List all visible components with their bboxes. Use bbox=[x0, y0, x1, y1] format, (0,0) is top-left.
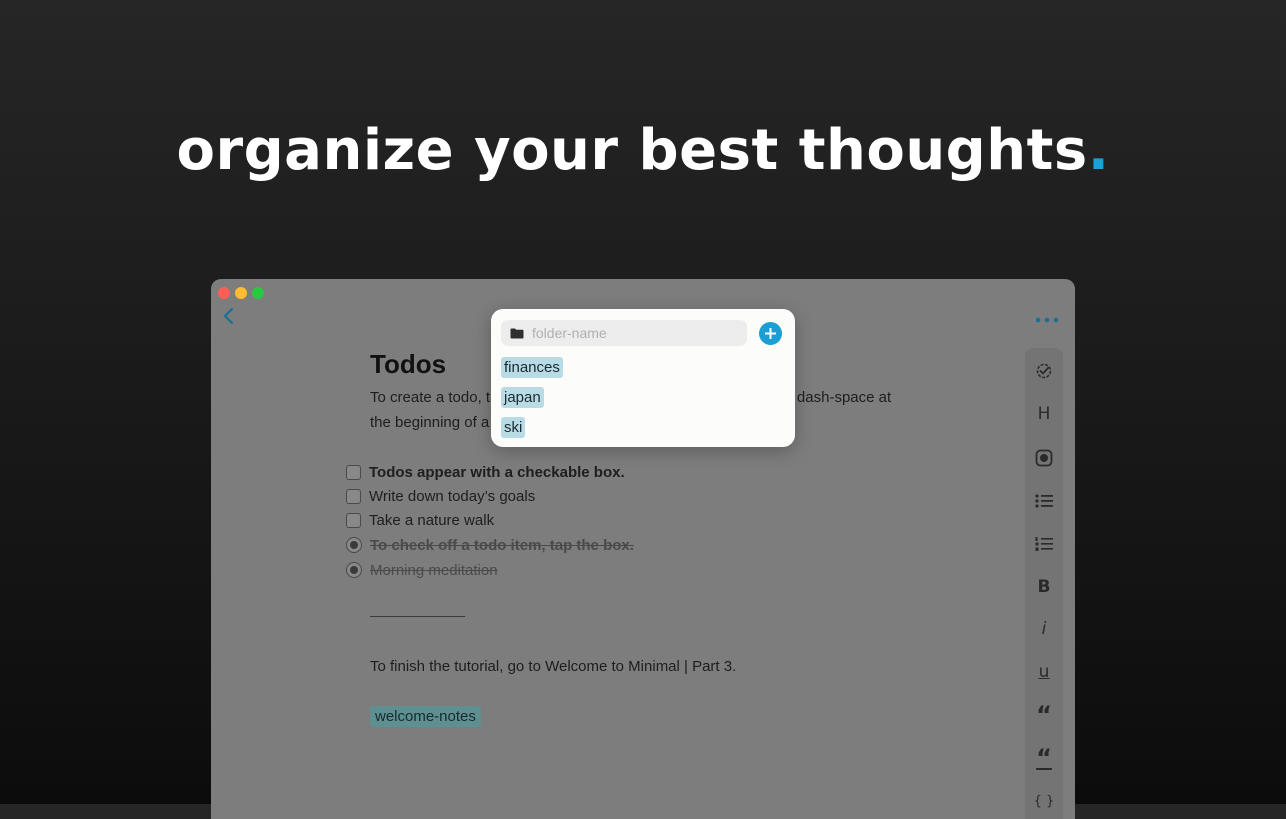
checklist-button[interactable] bbox=[1025, 356, 1063, 386]
back-button[interactable] bbox=[219, 305, 239, 327]
numbered-list-button[interactable] bbox=[1025, 529, 1063, 559]
todo-checkbox[interactable] bbox=[346, 512, 361, 528]
headline-text: organize your best thoughts bbox=[176, 118, 1088, 183]
quote-button[interactable]: “ bbox=[1025, 700, 1063, 730]
plus-icon bbox=[765, 328, 776, 339]
folder-popup: finances japan ski bbox=[491, 309, 795, 447]
format-toolbar: H B i u “ “ { } bbox=[1025, 348, 1063, 819]
heading-icon: H bbox=[1037, 404, 1051, 424]
folder-item-japan[interactable]: japan bbox=[501, 387, 544, 408]
todo-text: Take a nature walk bbox=[369, 511, 495, 529]
headline-dot: . bbox=[1087, 118, 1110, 183]
minimize-window-button[interactable] bbox=[235, 287, 247, 299]
bullet-list-icon bbox=[1035, 494, 1053, 508]
todo-button[interactable] bbox=[1025, 443, 1063, 473]
italic-icon: i bbox=[1041, 619, 1047, 639]
folder-icon bbox=[510, 328, 524, 339]
add-folder-button[interactable] bbox=[759, 322, 782, 345]
todo-item: To check off a todo item, tap the box. bbox=[346, 534, 634, 556]
note-tag[interactable]: welcome-notes bbox=[370, 706, 481, 727]
finish-text: To finish the tutorial, go to Welcome to… bbox=[370, 658, 737, 675]
radio-button-icon bbox=[1035, 449, 1053, 467]
bold-icon: B bbox=[1037, 577, 1051, 597]
todo-text: Morning meditation bbox=[370, 561, 498, 579]
checklist-icon bbox=[1036, 363, 1052, 379]
todo-text: To check off a todo item, tap the box. bbox=[370, 536, 634, 554]
underline-button[interactable]: u bbox=[1025, 657, 1063, 687]
blockquote-button[interactable]: “ bbox=[1025, 743, 1063, 773]
folder-search-field[interactable] bbox=[501, 320, 747, 346]
blockquote-icon: “ bbox=[1036, 744, 1052, 772]
todo-text: Todos appear with a checkable box. bbox=[369, 463, 625, 481]
code-button[interactable]: { } bbox=[1025, 786, 1063, 816]
heading-button[interactable]: H bbox=[1025, 399, 1063, 429]
todo-item: Morning meditation bbox=[346, 559, 498, 581]
numbered-list-icon bbox=[1035, 537, 1053, 551]
todo-item: Write down today’s goals bbox=[346, 485, 535, 507]
todo-checkbox-checked[interactable] bbox=[346, 537, 362, 553]
quote-icon: “ bbox=[1036, 701, 1052, 729]
divider bbox=[370, 616, 465, 617]
folder-name-input[interactable] bbox=[530, 324, 734, 342]
folder-item-finances[interactable]: finances bbox=[501, 357, 563, 378]
italic-button[interactable]: i bbox=[1025, 614, 1063, 644]
underline-icon: u bbox=[1038, 662, 1050, 682]
code-icon: { } bbox=[1033, 793, 1055, 809]
close-window-button[interactable] bbox=[218, 287, 230, 299]
traffic-lights bbox=[218, 287, 264, 299]
headline: organize your best thoughts. bbox=[0, 118, 1286, 183]
bold-button[interactable]: B bbox=[1025, 572, 1063, 602]
todo-checkbox[interactable] bbox=[346, 464, 361, 480]
todo-item: Todos appear with a checkable box. bbox=[346, 461, 625, 483]
bullet-list-button[interactable] bbox=[1025, 486, 1063, 516]
todo-item: Take a nature walk bbox=[346, 509, 494, 531]
todo-checkbox[interactable] bbox=[346, 488, 361, 504]
ellipsis-icon bbox=[1035, 317, 1059, 323]
zoom-window-button[interactable] bbox=[252, 287, 264, 299]
folder-item-ski[interactable]: ski bbox=[501, 417, 526, 438]
note-title: Todos bbox=[370, 349, 447, 379]
todo-text: Write down today’s goals bbox=[369, 487, 536, 505]
todo-checkbox-checked[interactable] bbox=[346, 562, 362, 578]
more-options-button[interactable] bbox=[1035, 311, 1059, 323]
chevron-left-icon bbox=[223, 307, 234, 325]
